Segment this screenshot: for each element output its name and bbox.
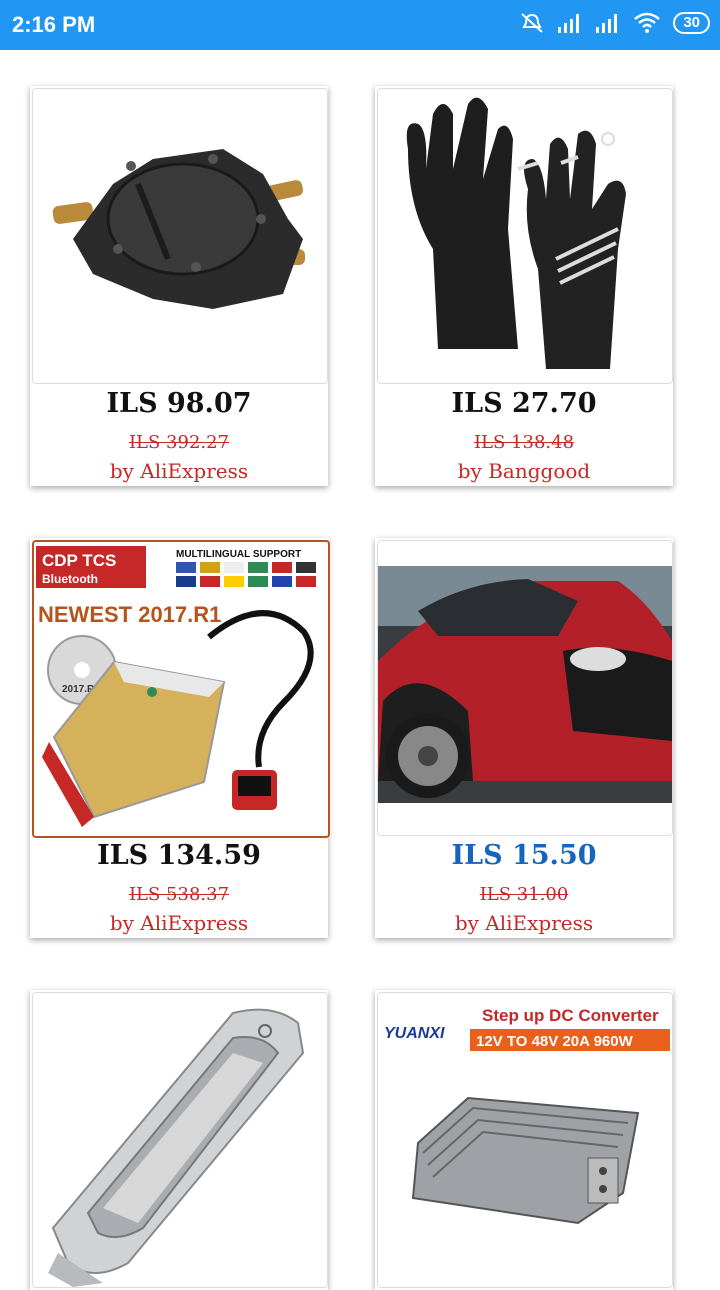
- product-seller: by Banggood: [457, 459, 591, 483]
- product-image[interactable]: YUANXI Step up DC Converter 12V TO 48V 2…: [377, 992, 673, 1288]
- product-image[interactable]: [377, 540, 673, 836]
- product-seller: by AliExpress: [109, 459, 249, 483]
- product-card[interactable]: [30, 990, 328, 1290]
- product-card[interactable]: ILS 27.70 ILS 138.48 by Banggood: [375, 86, 673, 486]
- product-image[interactable]: CDP TCS Bluetooth MULTILINGUAL SUPPORT N…: [32, 540, 330, 838]
- product-card[interactable]: YUANXI Step up DC Converter 12V TO 48V 2…: [375, 990, 673, 1290]
- scanner-support-text: MULTILINGUAL SUPPORT: [176, 549, 301, 560]
- mute-icon: [521, 13, 543, 33]
- product-card[interactable]: CDP TCS Bluetooth MULTILINGUAL SUPPORT N…: [30, 538, 330, 938]
- converter-spec-text: 12V TO 48V 20A 960W: [476, 1033, 634, 1050]
- product-image[interactable]: [32, 88, 328, 384]
- product-card[interactable]: ILS 15.50 ILS 31.00 by AliExpress: [375, 538, 673, 938]
- status-bar: 2:16 PM 30: [0, 0, 720, 50]
- scanner-version-text: NEWEST 2017.R1: [38, 602, 221, 627]
- product-price: ILS 98.07: [106, 388, 252, 419]
- product-price: ILS 15.50: [451, 840, 597, 871]
- product-seller: by AliExpress: [109, 911, 249, 935]
- obd-scanner-image: CDP TCS Bluetooth MULTILINGUAL SUPPORT N…: [36, 546, 316, 827]
- product-image[interactable]: [377, 88, 673, 384]
- scanner-brand-text: CDP TCS: [42, 551, 116, 570]
- product-old-price: ILS 31.00: [479, 884, 569, 905]
- fuel-pump-image: [52, 149, 305, 309]
- product-price: ILS 134.59: [97, 840, 261, 871]
- gloves-image: [406, 97, 626, 369]
- product-old-price: ILS 138.48: [473, 432, 575, 453]
- product-card[interactable]: ILS 98.07 ILS 392.27 by AliExpress: [30, 86, 328, 486]
- wifi-icon: [634, 12, 661, 33]
- signal-icon: [596, 14, 618, 33]
- signal-icon: [558, 14, 580, 33]
- battery-icon: 30: [673, 12, 710, 34]
- converter-title-text: Step up DC Converter: [482, 1006, 659, 1025]
- product-old-price: ILS 538.37: [128, 884, 230, 905]
- product-price: ILS 27.70: [451, 388, 597, 419]
- red-car-image: [378, 566, 672, 835]
- dome-light-image: [48, 1008, 305, 1287]
- product-old-price: ILS 392.27: [128, 432, 230, 453]
- product-seller: by AliExpress: [454, 911, 594, 935]
- status-time: 2:16 PM: [12, 12, 96, 37]
- converter-brand-text: YUANXI: [384, 1025, 445, 1042]
- product-image[interactable]: [32, 992, 328, 1288]
- scanner-bluetooth-text: Bluetooth: [42, 572, 98, 586]
- dc-converter-image: YUANXI Step up DC Converter 12V TO 48V 2…: [384, 1006, 670, 1225]
